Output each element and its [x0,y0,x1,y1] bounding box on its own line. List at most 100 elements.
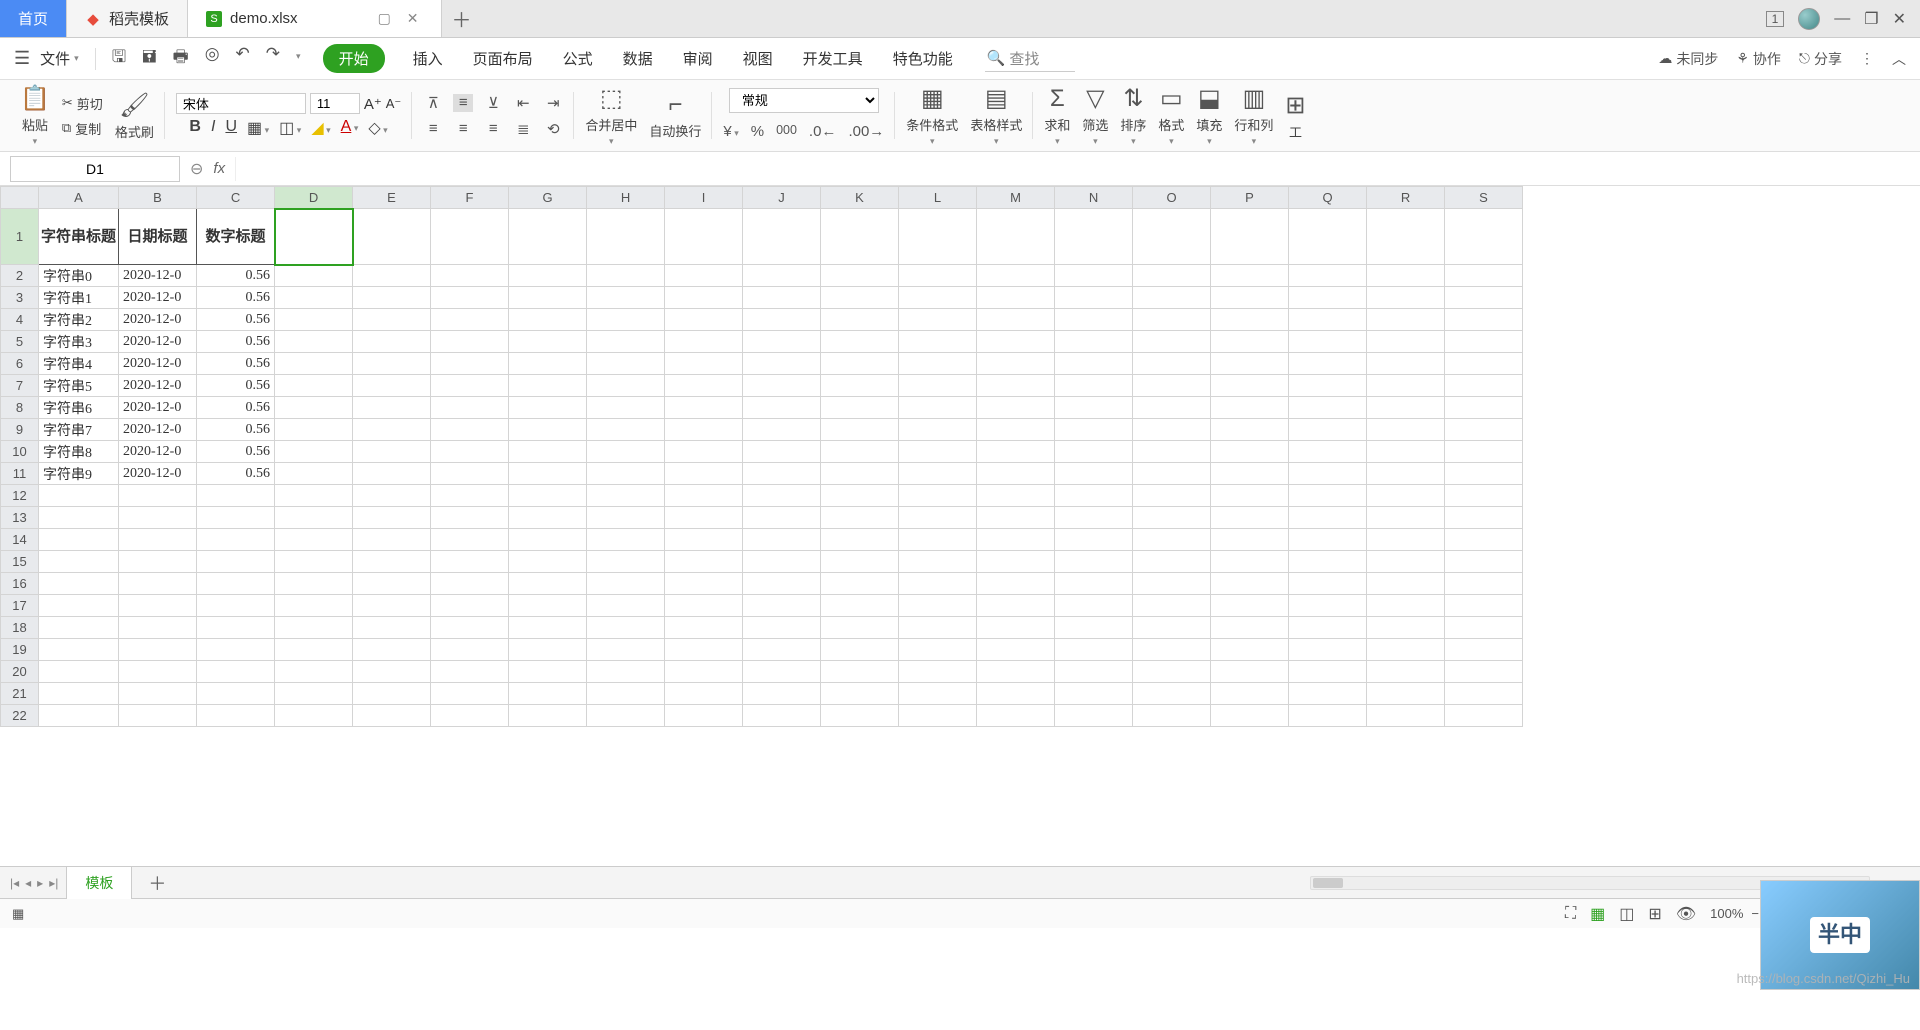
align-left-icon[interactable]: ≡ [423,120,443,138]
cell-Q12[interactable] [1289,485,1367,507]
close-window-icon[interactable]: ✕ [1893,9,1906,29]
cell-I2[interactable] [665,265,743,287]
tools-button[interactable]: ⊞工 [1285,91,1305,141]
cell-A1[interactable]: 字符串标题 [39,209,119,265]
cell-N16[interactable] [1055,573,1133,595]
cell-F17[interactable] [431,595,509,617]
cell-P8[interactable] [1211,397,1289,419]
cell-I19[interactable] [665,639,743,661]
ribbon-tab-2[interactable]: 页面布局 [471,44,535,73]
cell-L13[interactable] [899,507,977,529]
popout-icon[interactable]: ▢ [374,10,395,27]
cell-J5[interactable] [743,331,821,353]
cell-A15[interactable] [39,551,119,573]
cell-B22[interactable] [119,705,197,727]
cell-R5[interactable] [1367,331,1445,353]
cell-D4[interactable] [275,309,353,331]
sheet-nav-last-icon[interactable]: ▸| [49,876,58,890]
cell-J17[interactable] [743,595,821,617]
horizontal-scrollbar[interactable] [182,876,1910,890]
indent-increase-icon[interactable]: ⇥ [543,94,563,112]
cell-S22[interactable] [1445,705,1523,727]
cell-K13[interactable] [821,507,899,529]
cell-N4[interactable] [1055,309,1133,331]
cell-O9[interactable] [1133,419,1211,441]
cell-H18[interactable] [587,617,665,639]
cell-A20[interactable] [39,661,119,683]
cell-H12[interactable] [587,485,665,507]
cell-S13[interactable] [1445,507,1523,529]
col-header-B[interactable]: B [119,187,197,209]
cell-E6[interactable] [353,353,431,375]
cell-E12[interactable] [353,485,431,507]
sum-button[interactable]: Σ求和 [1044,85,1070,147]
percent-icon[interactable]: % [751,123,764,144]
cell-O15[interactable] [1133,551,1211,573]
cell-I22[interactable] [665,705,743,727]
cell-M1[interactable] [977,209,1055,265]
cell-D11[interactable] [275,463,353,485]
ribbon-tab-5[interactable]: 审阅 [681,44,715,73]
cell-R3[interactable] [1367,287,1445,309]
cell-J4[interactable] [743,309,821,331]
cell-N22[interactable] [1055,705,1133,727]
paste-button[interactable]: 📋粘贴 [20,84,50,147]
sort-button[interactable]: ⇅排序 [1120,84,1146,147]
cell-S9[interactable] [1445,419,1523,441]
cell-J14[interactable] [743,529,821,551]
cell-J16[interactable] [743,573,821,595]
ribbon-tab-3[interactable]: 公式 [561,44,595,73]
cell-K14[interactable] [821,529,899,551]
cell-L1[interactable] [899,209,977,265]
cell-N9[interactable] [1055,419,1133,441]
cell-J13[interactable] [743,507,821,529]
sheet-nav-first-icon[interactable]: |◂ [10,876,19,890]
cell-B16[interactable] [119,573,197,595]
cell-B20[interactable] [119,661,197,683]
cell-E16[interactable] [353,573,431,595]
redo-icon[interactable]: ↷ [266,44,280,73]
cell-A11[interactable]: 字符串9 [39,463,119,485]
cell-P12[interactable] [1211,485,1289,507]
cell-I17[interactable] [665,595,743,617]
font-size-select[interactable] [310,93,360,114]
cell-A22[interactable] [39,705,119,727]
cell-M12[interactable] [977,485,1055,507]
cell-B6[interactable]: 2020-12-0 [119,353,197,375]
cell-N13[interactable] [1055,507,1133,529]
cell-I7[interactable] [665,375,743,397]
cell-R6[interactable] [1367,353,1445,375]
cell-A12[interactable] [39,485,119,507]
cell-H10[interactable] [587,441,665,463]
cell-C11[interactable]: 0.56 [197,463,275,485]
row-header-11[interactable]: 11 [1,463,39,485]
cell-Q14[interactable] [1289,529,1367,551]
cell-R7[interactable] [1367,375,1445,397]
cell-P4[interactable] [1211,309,1289,331]
row-header-7[interactable]: 7 [1,375,39,397]
maximize-icon[interactable]: ❐ [1864,9,1878,29]
print-icon[interactable]: 🖶 [173,44,189,73]
cell-Q1[interactable] [1289,209,1367,265]
cell-G21[interactable] [509,683,587,705]
cell-H8[interactable] [587,397,665,419]
cell-A17[interactable] [39,595,119,617]
cell-F14[interactable] [431,529,509,551]
cell-F7[interactable] [431,375,509,397]
cell-D16[interactable] [275,573,353,595]
cell-S5[interactable] [1445,331,1523,353]
cell-Q16[interactable] [1289,573,1367,595]
indent-decrease-icon[interactable]: ⇤ [513,94,533,112]
cell-K5[interactable] [821,331,899,353]
cell-C3[interactable]: 0.56 [197,287,275,309]
cell-Q8[interactable] [1289,397,1367,419]
share-button[interactable]: ⎋分享 [1799,49,1842,69]
table-style-button[interactable]: ▤表格样式 [970,84,1022,147]
cell-G16[interactable] [509,573,587,595]
cell-S21[interactable] [1445,683,1523,705]
cell-I3[interactable] [665,287,743,309]
cell-B5[interactable]: 2020-12-0 [119,331,197,353]
cell-M22[interactable] [977,705,1055,727]
cell-M18[interactable] [977,617,1055,639]
row-header-18[interactable]: 18 [1,617,39,639]
